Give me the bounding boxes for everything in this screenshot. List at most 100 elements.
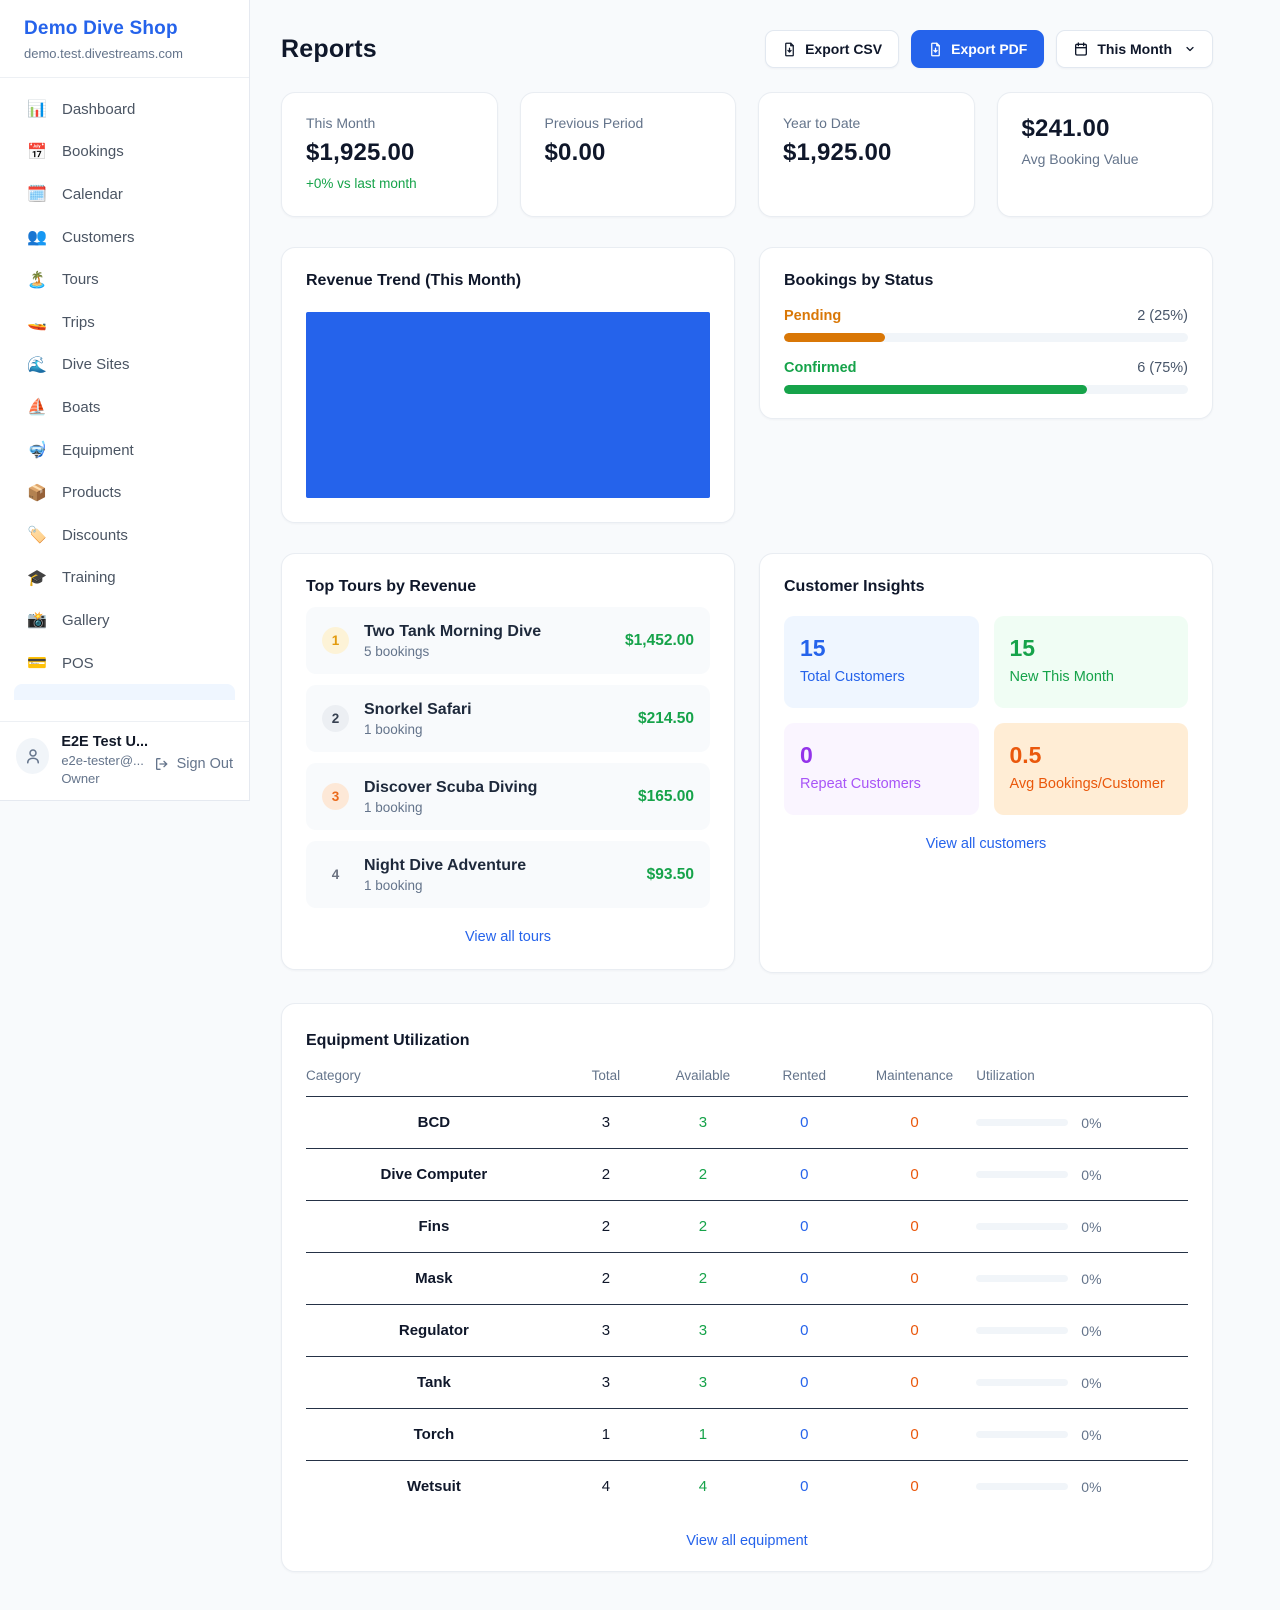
calendar-date-icon: 📅 <box>26 142 48 162</box>
tour-row[interactable]: 2 Snorkel Safari 1 booking $214.50 <box>306 685 710 752</box>
table-header-row: Category Total Available Rented Maintena… <box>306 1068 1188 1097</box>
page-title: Reports <box>281 35 377 64</box>
sidebar-item-bookings[interactable]: 📅 Bookings <box>12 131 237 174</box>
utilization-bar <box>976 1223 1068 1230</box>
status-count: 6 (75%) <box>1137 360 1188 376</box>
cell-category: Wetsuit <box>306 1461 562 1513</box>
sidebar-item-label: Tours <box>62 271 99 288</box>
utilization-bar <box>976 1119 1068 1126</box>
top-tours-title: Top Tours by Revenue <box>306 578 710 596</box>
tour-name: Discover Scuba Diving <box>364 779 537 797</box>
stats-row: This Month $1,925.00 +0% vs last month P… <box>281 92 1213 217</box>
file-download-icon <box>782 42 797 57</box>
utilization-bar <box>976 1275 1068 1282</box>
stat-card-this-month: This Month $1,925.00 +0% vs last month <box>281 92 498 217</box>
utilization-bar <box>976 1431 1068 1438</box>
column-header-category: Category <box>306 1068 562 1097</box>
cell-rented: 0 <box>756 1097 853 1149</box>
stat-card-year-to-date: Year to Date $1,925.00 <box>758 92 975 217</box>
cell-maintenance: 0 <box>853 1409 976 1461</box>
tile-total-customers: 15 Total Customers <box>784 616 979 708</box>
tour-row[interactable]: 4 Night Dive Adventure 1 booking $93.50 <box>306 841 710 908</box>
sidebar-item-trips[interactable]: 🚤 Trips <box>12 301 237 344</box>
sidebar-item-training[interactable]: 🎓 Training <box>12 557 237 600</box>
confirmed-progress-bar <box>784 385 1087 394</box>
sidebar-item-dive-sites[interactable]: 🌊 Dive Sites <box>12 344 237 387</box>
rank-badge: 3 <box>322 783 349 810</box>
sign-out-button[interactable]: Sign Out <box>154 756 233 772</box>
cell-rented: 0 <box>756 1409 853 1461</box>
sidebar-item-boats[interactable]: ⛵ Boats <box>12 386 237 429</box>
sidebar-item-label: Products <box>62 484 121 501</box>
view-all-tours-link[interactable]: View all tours <box>306 929 710 945</box>
cell-total: 1 <box>562 1409 650 1461</box>
cell-category: Regulator <box>306 1305 562 1357</box>
sidebar-item-dashboard[interactable]: 📊 Dashboard <box>12 88 237 131</box>
sign-out-icon <box>154 756 170 772</box>
sidebar-item-calendar[interactable]: 🗓️ Calendar <box>12 173 237 216</box>
cell-maintenance: 0 <box>853 1461 976 1513</box>
cell-available: 3 <box>650 1097 756 1149</box>
sidebar-item-label: POS <box>62 655 94 672</box>
tile-avg-bookings-per-customer: 0.5 Avg Bookings/Customer <box>994 723 1189 815</box>
view-all-equipment-link[interactable]: View all equipment <box>306 1533 1188 1549</box>
export-csv-button[interactable]: Export CSV <box>765 30 899 68</box>
cell-category: Tank <box>306 1357 562 1409</box>
sidebar-item-equipment[interactable]: 🤿 Equipment <box>12 429 237 472</box>
sidebar-item-products[interactable]: 📦 Products <box>12 471 237 514</box>
tour-name: Night Dive Adventure <box>364 857 526 875</box>
cell-maintenance: 0 <box>853 1357 976 1409</box>
cell-maintenance: 0 <box>853 1149 976 1201</box>
tour-revenue: $165.00 <box>638 788 694 806</box>
main-content: Reports Export CSV Export PDF <box>250 0 1280 1610</box>
chevron-down-icon <box>1184 43 1196 55</box>
user-name: E2E Test U... <box>61 734 141 750</box>
sidebar-item-tours[interactable]: 🏝️ Tours <box>12 258 237 301</box>
utilization-percent: 0% <box>1081 1219 1101 1235</box>
stat-label: Previous Period <box>545 115 712 131</box>
customer-insights-card: Customer Insights 15 Total Customers 15 … <box>759 553 1213 973</box>
user-panel: E2E Test U... e2e-tester@... Owner Sign … <box>0 721 249 800</box>
status-label: Confirmed <box>784 360 857 376</box>
utilization-bar <box>976 1327 1068 1334</box>
tour-bookings: 1 booking <box>364 800 537 815</box>
equipment-table: Category Total Available Rented Maintena… <box>306 1068 1188 1512</box>
tour-row[interactable]: 3 Discover Scuba Diving 1 booking $165.0… <box>306 763 710 830</box>
sidebar-item-label: Dashboard <box>62 101 135 118</box>
cell-total: 3 <box>562 1305 650 1357</box>
utilization-percent: 0% <box>1081 1115 1101 1131</box>
cell-category: Fins <box>306 1201 562 1253</box>
view-all-customers-link[interactable]: View all customers <box>784 836 1188 852</box>
sidebar-item-pos[interactable]: 💳 POS <box>12 642 237 685</box>
sidebar-item-label: Discounts <box>62 527 128 544</box>
rank-badge: 4 <box>322 861 349 888</box>
tile-new-this-month: 15 New This Month <box>994 616 1189 708</box>
cell-rented: 0 <box>756 1149 853 1201</box>
export-pdf-button[interactable]: Export PDF <box>911 30 1044 68</box>
cell-rented: 0 <box>756 1201 853 1253</box>
sign-out-label: Sign Out <box>177 756 233 772</box>
tour-row[interactable]: 1 Two Tank Morning Dive 5 bookings $1,45… <box>306 607 710 674</box>
cell-maintenance: 0 <box>853 1305 976 1357</box>
file-download-icon <box>928 42 943 57</box>
credit-card-icon: 💳 <box>26 653 48 673</box>
sidebar-item-discounts[interactable]: 🏷️ Discounts <box>12 514 237 557</box>
confirmed-progress-track <box>784 385 1188 394</box>
cell-available: 3 <box>650 1305 756 1357</box>
tour-bookings: 5 bookings <box>364 644 541 659</box>
sidebar-item-gallery[interactable]: 📸 Gallery <box>12 599 237 642</box>
spiral-calendar-icon: 🗓️ <box>26 184 48 204</box>
period-selector[interactable]: This Month <box>1056 30 1213 68</box>
sidebar-nav: 📊 Dashboard 📅 Bookings 🗓️ Calendar 👥 Cus… <box>0 78 249 721</box>
table-row: Regulator 3 3 0 0 0% <box>306 1305 1188 1357</box>
stat-value: $1,925.00 <box>783 139 950 167</box>
sidebar-item-reports-partial[interactable] <box>14 684 235 700</box>
people-icon: 👥 <box>26 227 48 247</box>
cell-maintenance: 0 <box>853 1253 976 1305</box>
column-header-utilization: Utilization <box>976 1068 1188 1097</box>
sidebar-item-customers[interactable]: 👥 Customers <box>12 216 237 259</box>
utilization-percent: 0% <box>1081 1427 1101 1443</box>
table-row: BCD 3 3 0 0 0% <box>306 1097 1188 1149</box>
cell-total: 2 <box>562 1149 650 1201</box>
stat-card-previous-period: Previous Period $0.00 <box>520 92 737 217</box>
